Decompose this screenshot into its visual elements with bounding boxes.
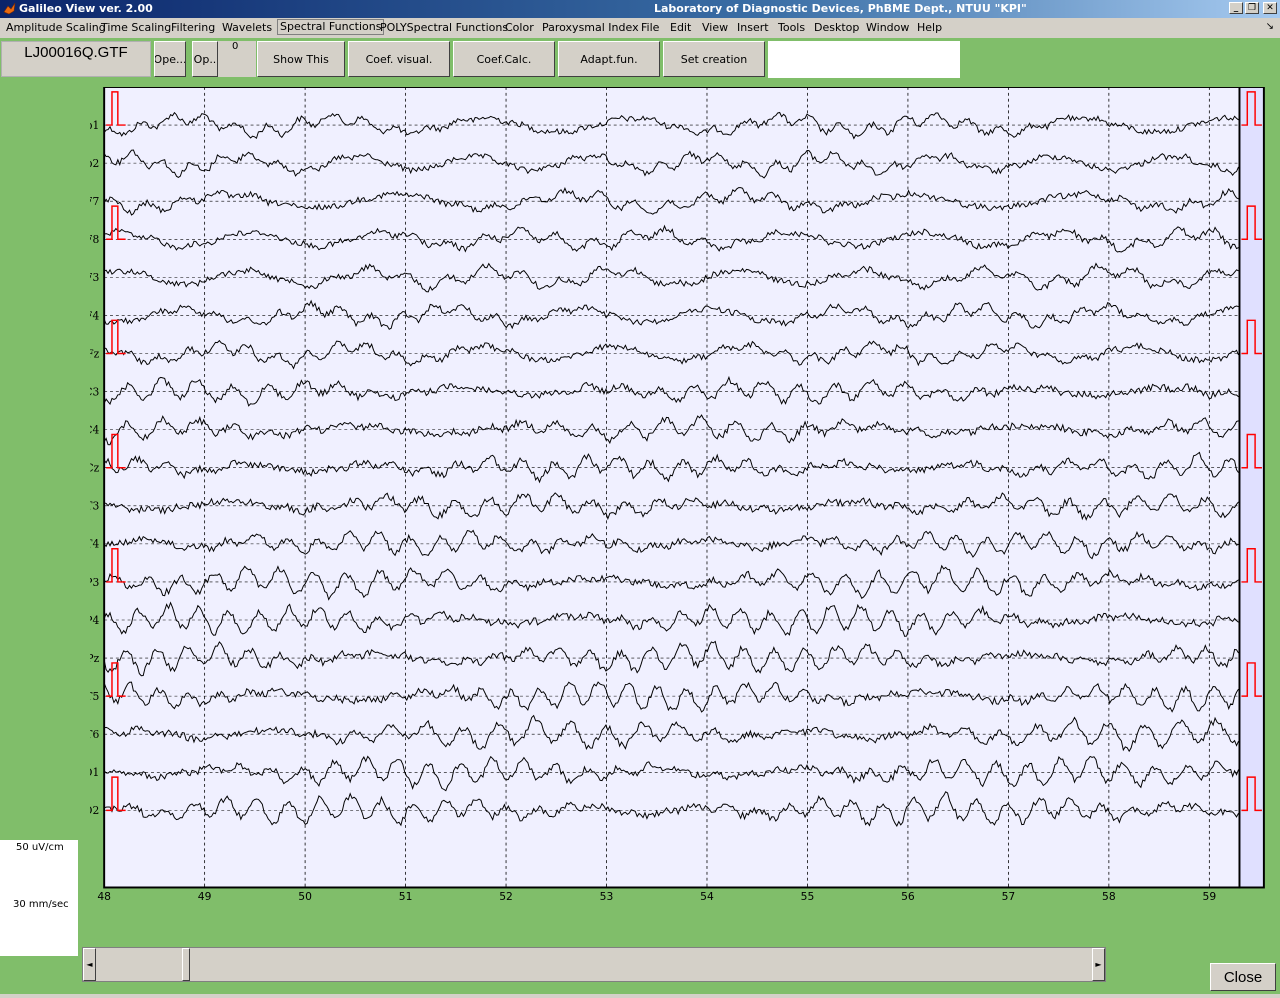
menu-wavelets[interactable]: Wavelets [222, 21, 272, 34]
channel-label: O1 [90, 766, 99, 779]
eeg-plot[interactable]: Fp1 Fp2 F7 F8 F3 F4 Fz C3 C4 Cz T3 T4 P3 P4 Pz T5 T6 O1 O2… [90, 87, 1280, 907]
menu-window[interactable]: Window [866, 21, 909, 34]
menu-overflow-arrow-icon[interactable]: ↘ [1266, 21, 1274, 32]
time-tick-label: 50 [298, 890, 312, 903]
time-tick-label: 55 [801, 890, 815, 903]
channel-label: T4 [90, 538, 99, 551]
window-title: Galileo View ver. 2.00 [19, 2, 153, 15]
menu-bar: Amplitude Scaling Time Scaling Filtering… [0, 18, 1280, 38]
channel-label: F8 [90, 233, 99, 246]
menu-edit[interactable]: Edit [670, 21, 691, 34]
scroll-thumb[interactable] [182, 948, 191, 981]
menu-tools[interactable]: Tools [778, 21, 805, 34]
show-this-button[interactable]: Show This [257, 41, 345, 77]
time-scrollbar[interactable]: ◄ ► [82, 947, 1106, 982]
time-tick-label: 51 [399, 890, 413, 903]
time-tick-label: 54 [700, 890, 714, 903]
adapt-fun-button[interactable]: Adapt.fun. [558, 41, 660, 77]
restore-button[interactable]: ❐ [1245, 2, 1259, 14]
channel-label: T5 [90, 690, 99, 703]
channel-label: O2 [90, 804, 99, 817]
channel-label: Fp2 [90, 157, 99, 170]
scroll-left-arrow-icon[interactable]: ◄ [83, 948, 96, 981]
menu-color[interactable]: Color [505, 21, 534, 34]
set-creation-button[interactable]: Set creation [663, 41, 765, 77]
channel-label: Fz [90, 347, 100, 360]
coef-visual-button[interactable]: Coef. visual. [348, 41, 450, 77]
channel-label: F3 [90, 271, 99, 284]
channel-label: P3 [90, 576, 99, 589]
menu-paroxysmal-index[interactable]: Paroxysmal Index [542, 21, 639, 34]
file-name-label: LJ00016Q.GTF [1, 41, 151, 77]
menu-filtering[interactable]: Filtering [171, 21, 215, 34]
open-button[interactable]: Ope... [154, 41, 186, 77]
time-tick-label: 52 [499, 890, 513, 903]
channel-label: T6 [90, 728, 99, 741]
channel-label: F7 [90, 195, 99, 208]
time-tick-label: 58 [1102, 890, 1116, 903]
time-tick-label: 48 [97, 890, 111, 903]
menu-amplitude-scaling[interactable]: Amplitude Scaling [6, 21, 106, 34]
channel-label: F4 [90, 309, 99, 322]
menu-file[interactable]: File [641, 21, 659, 34]
amplitude-scale-label: 50 uV/cm [16, 842, 64, 853]
time-tick-label: 49 [198, 890, 212, 903]
channel-label: C4 [90, 424, 99, 437]
menu-view[interactable]: View [702, 21, 728, 34]
menu-insert[interactable]: Insert [737, 21, 769, 34]
scroll-right-arrow-icon[interactable]: ► [1092, 948, 1105, 981]
matlab-app-icon [3, 2, 16, 15]
menu-polyspectral-functions[interactable]: POLYSpectral Functions [380, 21, 508, 34]
bottom-strip [0, 994, 1280, 998]
op-button[interactable]: Op.. [192, 41, 218, 77]
blank-input-field[interactable] [768, 41, 960, 78]
title-bar: Galileo View ver. 2.00 Laboratory of Dia… [0, 0, 1280, 18]
close-button[interactable]: Close [1210, 963, 1276, 991]
menu-help[interactable]: Help [917, 21, 942, 34]
channel-label: Fp1 [90, 119, 99, 132]
time-tick-label: 59 [1203, 890, 1217, 903]
channel-label: Pz [90, 652, 100, 665]
time-tick-label: 56 [901, 890, 915, 903]
channel-label: T3 [90, 500, 99, 513]
menu-time-scaling[interactable]: Time Scaling [101, 21, 171, 34]
counter-value: 0 [232, 41, 239, 52]
minimize-button[interactable]: _ [1229, 2, 1243, 14]
time-tick-label: 57 [1002, 890, 1016, 903]
menu-desktop[interactable]: Desktop [814, 21, 859, 34]
time-tick-label: 53 [600, 890, 614, 903]
scale-legend: 50 uV/cm 30 mm/sec [0, 840, 78, 956]
channel-label: Cz [90, 462, 100, 475]
right-calibration-strip [1238, 87, 1265, 889]
coef-calc-button[interactable]: Coef.Calc. [453, 41, 555, 77]
menu-spectral-functions[interactable]: Spectral Functions [276, 19, 385, 35]
plot-background [103, 87, 1241, 889]
window-subtitle: Laboratory of Diagnostic Devices, PhBME … [654, 2, 1027, 15]
channel-label: P4 [90, 614, 99, 627]
time-scale-label: 30 mm/sec [13, 899, 69, 910]
close-window-button[interactable]: ✕ [1263, 2, 1277, 14]
channel-label: C3 [90, 385, 99, 398]
